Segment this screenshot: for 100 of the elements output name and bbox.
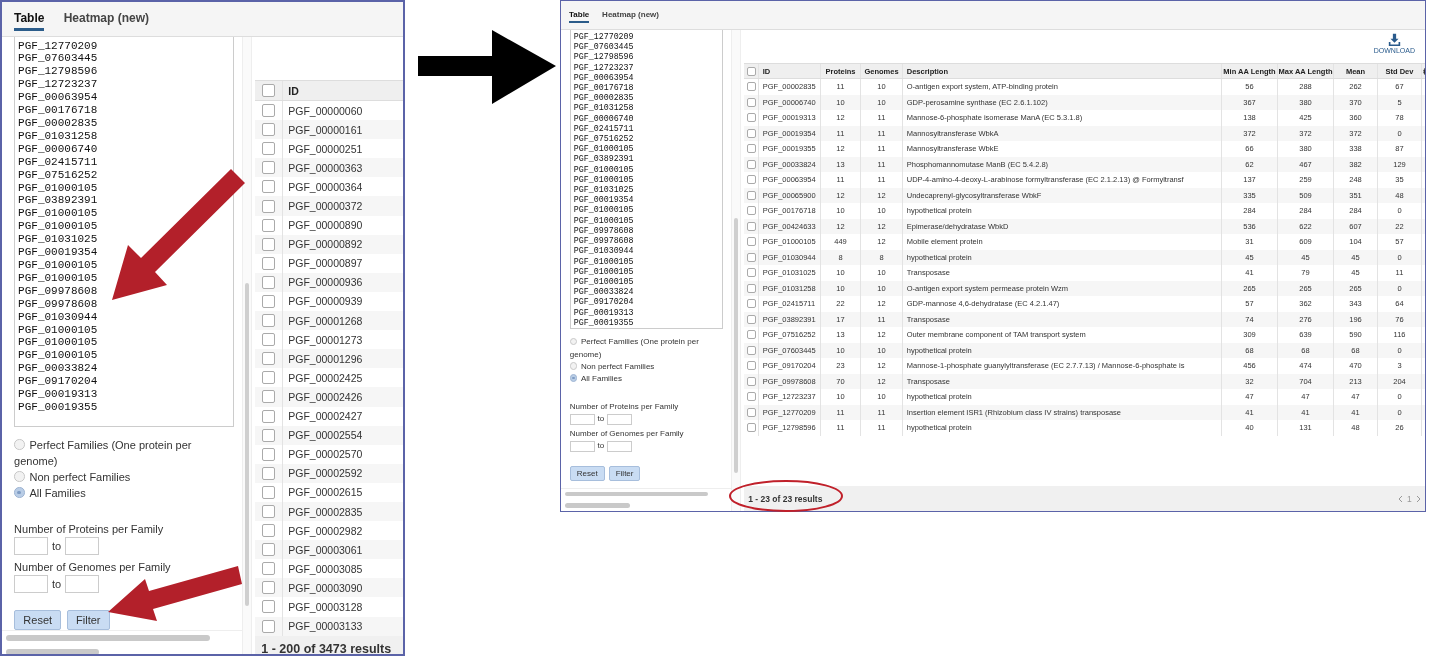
- checkbox[interactable]: [746, 376, 756, 386]
- checkbox[interactable]: [262, 352, 275, 366]
- tab[interactable]: Table: [14, 6, 45, 32]
- checkbox[interactable]: [746, 268, 756, 278]
- radio-button[interactable]: [14, 471, 25, 482]
- checkbox[interactable]: [262, 390, 275, 404]
- checkbox[interactable]: [262, 84, 275, 97]
- id-list-field[interactable]: PGF_12770209 PGF_07603445 PGF_12798596 PGF_12723237 PGF_00063954 PGF_00176718 PGF_00002835 PGF_01031258 PGF_00006740 PGF_02415711 PGF_07516252 PGF_01000105 PGF_03892391 PGF_01000105 PGF_01000105 PGF_01031025 PGF_00019354 PGF_01000105 PGF_01000105 PGF_09978608 PGF_09978608 PGF_01030944 PGF_01000105 PGF_01000105 PGF_01000105 PGF_00033824 PGF_09170204 PGF_00019313 PGF_00019355: [14, 37, 234, 427]
- to-label: to: [597, 413, 605, 426]
- tab[interactable]: Heatmap (new): [602, 7, 659, 23]
- checkbox[interactable]: [262, 562, 275, 576]
- checkbox[interactable]: [262, 543, 275, 557]
- radio-button[interactable]: [569, 374, 578, 382]
- radio-option[interactable]: Non perfect Families: [569, 360, 725, 373]
- checkbox[interactable]: [262, 142, 275, 156]
- checkbox[interactable]: [746, 82, 756, 92]
- checkbox[interactable]: [262, 333, 275, 347]
- tab[interactable]: Table: [569, 7, 590, 23]
- scrollbar-thumb[interactable]: [734, 218, 738, 473]
- table-cell: PGF_00003090: [283, 578, 403, 598]
- scrollbar-thumb[interactable]: [245, 282, 249, 606]
- checkbox[interactable]: [746, 175, 756, 185]
- checkbox[interactable]: [262, 199, 275, 213]
- checkbox[interactable]: [262, 428, 275, 442]
- number-field[interactable]: [64, 537, 99, 556]
- checkbox[interactable]: [746, 206, 756, 216]
- radio-option[interactable]: All Families: [569, 372, 725, 386]
- number-field[interactable]: [607, 413, 633, 425]
- chevron-right-icon[interactable]: [1415, 494, 1421, 503]
- checkbox[interactable]: [262, 218, 275, 232]
- checkbox[interactable]: [262, 409, 275, 423]
- checkbox[interactable]: [262, 371, 275, 385]
- checkbox[interactable]: [746, 283, 756, 293]
- number-field[interactable]: [607, 440, 633, 452]
- checkbox[interactable]: [746, 128, 756, 138]
- radio-option[interactable]: All Families: [14, 484, 236, 501]
- filter-button[interactable]: Filter: [66, 610, 110, 631]
- checkbox[interactable]: [746, 299, 756, 309]
- scrollbar-thumb[interactable]: [6, 635, 211, 641]
- checkbox[interactable]: [746, 144, 756, 154]
- checkbox[interactable]: [746, 252, 756, 262]
- checkbox[interactable]: [262, 295, 275, 308]
- checkbox[interactable]: [262, 180, 275, 194]
- radio-option[interactable]: Non perfect Families: [14, 468, 236, 485]
- filter-button[interactable]: Filter: [608, 465, 641, 481]
- checkbox[interactable]: [262, 600, 275, 614]
- checkbox[interactable]: [746, 221, 756, 231]
- checkbox[interactable]: [262, 619, 275, 633]
- checkbox[interactable]: [746, 314, 756, 324]
- table-cell: PGF_00000890: [283, 215, 403, 235]
- checkbox[interactable]: [746, 407, 756, 417]
- number-field[interactable]: [569, 440, 595, 452]
- number-field[interactable]: [569, 413, 595, 425]
- table-cell: PGF_00002835: [283, 501, 403, 522]
- checkbox[interactable]: [746, 190, 756, 200]
- checkbox[interactable]: [262, 275, 275, 289]
- number-field[interactable]: [14, 537, 49, 556]
- checkbox[interactable]: [746, 423, 756, 433]
- table-cell: PGF_00002570: [283, 444, 403, 464]
- checkbox[interactable]: [262, 505, 275, 518]
- table-cell: PGF_00003061: [283, 540, 403, 560]
- checkbox[interactable]: [746, 159, 756, 169]
- number-field[interactable]: [64, 574, 99, 593]
- id-list-field[interactable]: PGF_12770209 PGF_07603445 PGF_12798596 PGF_12723237 PGF_00063954 PGF_00176718 PGF_00002835 PGF_01031258 PGF_00006740 PGF_02415711 PGF_07516252 PGF_01000105 PGF_03892391 PGF_01000105 PGF_01000105 PGF_01031025 PGF_00019354 PGF_01000105 PGF_01000105 PGF_09978608 PGF_09978608 PGF_01030944 PGF_01000105 PGF_01000105 PGF_01000105 PGF_00033824 PGF_09170204 PGF_00019313 PGF_00019355: [569, 30, 723, 329]
- table-cell: PGF_00002615: [283, 482, 403, 502]
- scrollbar-thumb[interactable]: [6, 649, 99, 654]
- checkbox[interactable]: [746, 113, 756, 123]
- checkbox[interactable]: [262, 447, 275, 461]
- checkbox[interactable]: [262, 485, 275, 499]
- checkbox[interactable]: [262, 524, 275, 538]
- number-field[interactable]: [14, 574, 49, 593]
- checkbox[interactable]: [746, 97, 756, 107]
- tab[interactable]: Heatmap (new): [63, 6, 149, 32]
- checkbox[interactable]: [262, 161, 275, 175]
- checkbox[interactable]: [746, 345, 756, 355]
- reset-button[interactable]: Reset: [14, 610, 62, 631]
- radio-option[interactable]: Perfect Families (One protein per genome): [569, 336, 725, 361]
- checkbox[interactable]: [262, 314, 275, 328]
- reset-button[interactable]: Reset: [569, 465, 605, 481]
- checkbox[interactable]: [746, 330, 756, 340]
- checkbox[interactable]: [262, 237, 275, 251]
- chevron-left-icon[interactable]: [1398, 494, 1403, 503]
- radio-button[interactable]: [569, 361, 578, 370]
- radio-button[interactable]: [14, 487, 25, 498]
- radio-option[interactable]: Perfect Families (One protein per genome): [14, 436, 236, 469]
- table-cell: PGF_00001268: [283, 311, 403, 331]
- radio-button[interactable]: [569, 337, 578, 346]
- checkbox[interactable]: [262, 104, 275, 118]
- checkbox[interactable]: [262, 581, 275, 595]
- checkbox[interactable]: [746, 237, 756, 247]
- checkbox[interactable]: [262, 466, 275, 480]
- scrollbar-thumb[interactable]: [565, 502, 630, 508]
- checkbox[interactable]: [262, 123, 275, 137]
- checkbox[interactable]: [746, 361, 756, 371]
- scrollbar-thumb[interactable]: [565, 492, 708, 497]
- checkbox[interactable]: [746, 392, 756, 402]
- checkbox[interactable]: [262, 256, 275, 270]
- checkbox[interactable]: [746, 66, 756, 76]
- radio-button[interactable]: [14, 439, 25, 450]
- table-cell: PGF_00000936: [283, 272, 403, 292]
